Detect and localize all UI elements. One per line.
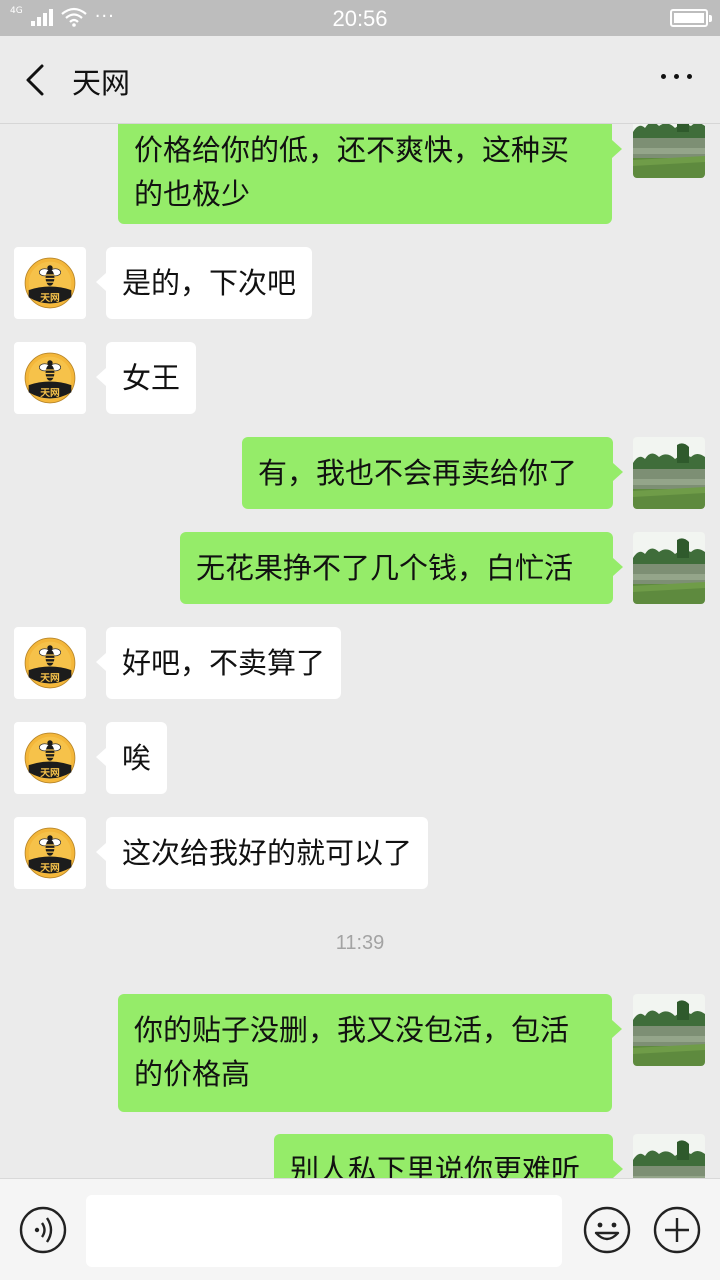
voice-input-icon[interactable] xyxy=(18,1205,68,1255)
bee-logo-icon: 天网 xyxy=(18,631,82,695)
message-text-line: 的价格高 xyxy=(134,1057,251,1091)
status-bar: 4G ··· 20:56 xyxy=(0,0,720,36)
contact-avatar[interactable]: 天网 xyxy=(14,342,86,414)
bee-logo-icon: 天网 xyxy=(18,821,82,885)
message-bubble[interactable]: 别人私下里说你更难听 xyxy=(274,1134,623,1178)
message-text: 唉 xyxy=(122,741,152,775)
message-text: 无花果挣不了几个钱，白忙活 xyxy=(196,551,574,585)
more-options-icon[interactable] xyxy=(661,74,692,79)
svg-text:天网: 天网 xyxy=(40,672,60,684)
contact-avatar[interactable]: 天网 xyxy=(14,247,86,319)
message-timestamp: 11:39 xyxy=(335,932,385,954)
message-bubble[interactable]: 有，我也不会再卖给你了 xyxy=(242,437,623,509)
message-text: 是的，下次吧 xyxy=(122,266,297,300)
message-text-line: 的也极少 xyxy=(134,177,251,211)
message-text-line: 你的贴子没删，我又没包活，包活 xyxy=(134,1013,570,1047)
svg-text:天网: 天网 xyxy=(40,387,60,399)
message-bubble[interactable]: 你的贴子没删，我又没包活，包活 的价格高 xyxy=(118,994,622,1112)
svg-text:天网: 天网 xyxy=(40,862,60,874)
plus-icon[interactable] xyxy=(652,1205,702,1255)
battery-icon xyxy=(670,9,712,27)
bee-logo-icon: 天网 xyxy=(18,346,82,410)
message-text: 别人私下里说你更难听 xyxy=(290,1153,581,1178)
chat-title: 天网 xyxy=(72,66,131,100)
message-bubble[interactable]: 是的，下次吧 xyxy=(95,247,313,319)
contact-avatar[interactable]: 天网 xyxy=(14,817,86,889)
my-avatar[interactable] xyxy=(633,1134,705,1178)
message-text: 好吧，不卖算了 xyxy=(122,646,326,680)
message-list[interactable]: 价格给你的低，还不爽快，这种买 的也极少 天网 是的，下次吧 天网 女王 有，我… xyxy=(0,124,720,1178)
contact-avatar[interactable]: 天网 xyxy=(14,722,86,794)
message-bubble[interactable]: 这次给我好的就可以了 xyxy=(95,817,429,889)
message-bubble[interactable]: 女王 xyxy=(95,342,197,414)
message-bubble[interactable]: 唉 xyxy=(95,722,168,794)
emoji-icon[interactable] xyxy=(582,1205,632,1255)
svg-text:天网: 天网 xyxy=(40,767,60,779)
message-text: 这次给我好的就可以了 xyxy=(122,836,413,870)
my-avatar[interactable] xyxy=(633,124,705,178)
message-bubble[interactable]: 价格给你的低，还不爽快，这种买 的也极少 xyxy=(118,124,622,224)
message-text: 有，我也不会再卖给你了 xyxy=(258,456,578,490)
message-bubble[interactable]: 无花果挣不了几个钱，白忙活 xyxy=(180,532,623,604)
status-time: 20:56 xyxy=(332,6,388,31)
contact-avatar[interactable]: 天网 xyxy=(14,627,86,699)
chat-header: 天网 xyxy=(0,36,720,124)
my-avatar[interactable] xyxy=(633,532,705,604)
bee-logo-icon: 天网 xyxy=(18,251,82,315)
message-bubble[interactable]: 好吧，不卖算了 xyxy=(95,627,342,699)
back-arrow-icon[interactable] xyxy=(18,60,58,100)
message-text: 女王 xyxy=(122,361,181,395)
svg-text:天网: 天网 xyxy=(40,292,60,304)
message-input[interactable] xyxy=(86,1195,562,1267)
bee-logo-icon: 天网 xyxy=(18,726,82,790)
my-avatar[interactable] xyxy=(633,437,705,509)
message-text-line: 价格给你的低，还不爽快，这种买 xyxy=(134,133,570,167)
my-avatar[interactable] xyxy=(633,994,705,1066)
input-bar xyxy=(0,1178,720,1280)
